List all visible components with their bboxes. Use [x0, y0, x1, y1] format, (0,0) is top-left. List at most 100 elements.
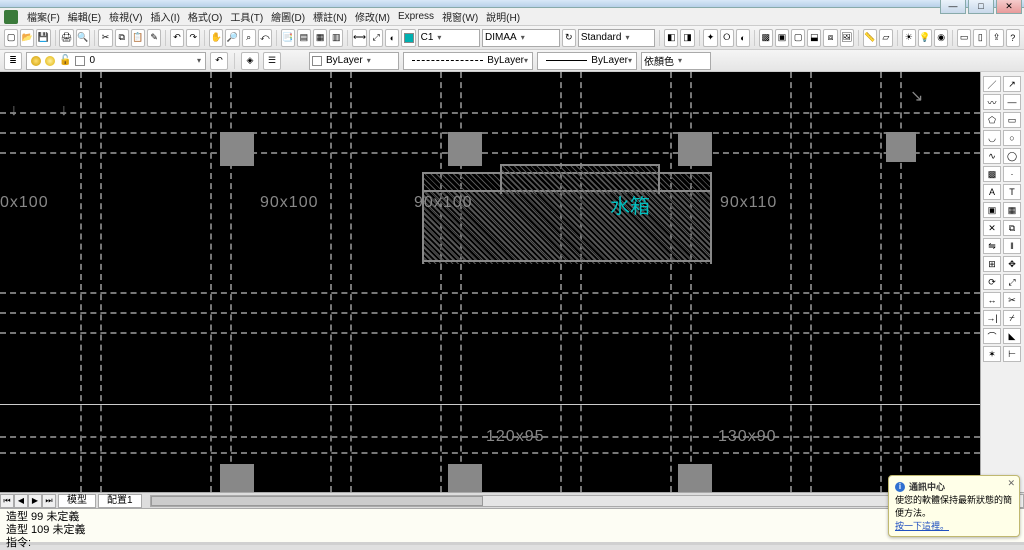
minimize-button[interactable]: — — [940, 0, 966, 14]
menu-window[interactable]: 視窗(W) — [439, 7, 481, 26]
stretch-tool[interactable]: ↔ — [983, 292, 1001, 308]
mtext-tool[interactable]: T — [1003, 184, 1021, 200]
insert-button[interactable]: ⬓ — [807, 29, 821, 47]
table-tool[interactable]: ▦ — [1003, 202, 1021, 218]
undo-button[interactable]: ↶ — [170, 29, 184, 47]
layer-combo[interactable]: 🔓 0 — [26, 52, 206, 70]
copy-button[interactable]: ⧉ — [115, 29, 129, 47]
color-control[interactable]: ByLayer — [309, 52, 399, 70]
isoview2-button[interactable]: ◨ — [680, 29, 694, 47]
menu-help[interactable]: 說明(H) — [483, 7, 523, 26]
move-tool[interactable]: ✥ — [1003, 256, 1021, 272]
tip-close-button[interactable]: ✕ — [1007, 478, 1015, 489]
material-button[interactable]: ◉ — [934, 29, 948, 47]
print-button[interactable]: 🖨 — [59, 29, 73, 47]
make-current-button[interactable]: ◈ — [241, 52, 259, 70]
layer-states-button[interactable]: ☰ — [263, 52, 281, 70]
tab-layout1[interactable]: 配置1 — [98, 494, 142, 508]
menu-view[interactable]: 檢視(V) — [106, 7, 145, 26]
command-window[interactable]: 造型 99 未定義 造型 109 未定義 指令: — [0, 508, 1024, 542]
dim-update-button[interactable]: ↻ — [562, 29, 576, 47]
preview-button[interactable]: 🔍 — [76, 29, 90, 47]
plotstyle-control[interactable]: 依顏色 — [641, 52, 711, 70]
trim-tool[interactable]: ✂ — [1003, 292, 1021, 308]
menu-express[interactable]: Express — [395, 9, 437, 24]
isoview-button[interactable]: ◧ — [664, 29, 678, 47]
extend-tool[interactable]: →| — [983, 310, 1001, 326]
block-button[interactable]: ▢ — [791, 29, 805, 47]
join-tool[interactable]: ⊢ — [1003, 346, 1021, 362]
break-tool[interactable]: ⌿ — [1003, 310, 1021, 326]
properties-button[interactable]: 📑 — [281, 29, 295, 47]
hatch-button[interactable]: ▩ — [759, 29, 773, 47]
sheet-set-button[interactable]: ▥ — [329, 29, 343, 47]
save-button[interactable]: 💾 — [36, 29, 50, 47]
lineweight-control[interactable]: ByLayer — [537, 52, 637, 70]
layer-combo-c1[interactable]: C1 — [418, 29, 480, 47]
hscrollbar[interactable] — [150, 495, 982, 507]
menu-insert[interactable]: 插入(I) — [147, 7, 182, 26]
visual-style-button[interactable]: ◐ — [736, 29, 750, 47]
tab-first[interactable]: ⏮ — [0, 494, 14, 508]
line-tool[interactable]: ／ — [983, 76, 1001, 92]
hscroll-thumb[interactable] — [151, 496, 483, 506]
pan-button[interactable]: ✋ — [209, 29, 223, 47]
image-button[interactable]: 🖼 — [840, 29, 854, 47]
mirror-tool[interactable]: ⇋ — [983, 238, 1001, 254]
zoom-button[interactable]: 🔎 — [225, 29, 239, 47]
maximize-button[interactable]: □ — [968, 0, 994, 14]
array-tool[interactable]: ⊞ — [983, 256, 1001, 272]
menu-dimension[interactable]: 標註(N) — [310, 7, 350, 26]
new-button[interactable]: ▢ — [4, 29, 18, 47]
light-button[interactable]: 💡 — [918, 29, 932, 47]
layer-prev-button[interactable]: ↶ — [210, 52, 228, 70]
circle-tool[interactable]: ○ — [1003, 130, 1021, 146]
help-button[interactable]: ? — [1006, 29, 1020, 47]
area-button[interactable]: ▱ — [879, 29, 893, 47]
match-button[interactable]: ✎ — [147, 29, 161, 47]
fillet-tool[interactable]: ⌒ — [983, 328, 1001, 344]
dim-linear-button[interactable]: ⟷ — [352, 29, 367, 47]
point-tool[interactable]: · — [1003, 166, 1021, 182]
arc-tool[interactable]: ◡ — [983, 130, 1001, 146]
chamfer-tool[interactable]: ◣ — [1003, 328, 1021, 344]
offset-tool[interactable]: ‖ — [1003, 238, 1021, 254]
paste-button[interactable]: 📋 — [131, 29, 145, 47]
viewport-button[interactable]: ▯ — [973, 29, 987, 47]
tab-model[interactable]: 模型 — [58, 494, 96, 508]
polygon-tool[interactable]: ⬠ — [983, 112, 1001, 128]
layer-manager-button[interactable]: ≣ — [4, 52, 22, 70]
ray-tool[interactable]: ↗ — [1003, 76, 1021, 92]
open-button[interactable]: 📂 — [20, 29, 34, 47]
tab-next[interactable]: ▶ — [28, 494, 42, 508]
render-button[interactable]: ☀ — [902, 29, 916, 47]
rect-tool[interactable]: ▭ — [1003, 112, 1021, 128]
command-prompt[interactable]: 指令: — [6, 537, 1018, 550]
ucs-button[interactable]: ✦ — [703, 29, 717, 47]
block-tool[interactable]: ▣ — [983, 202, 1001, 218]
pline-tool[interactable]: 〰 — [983, 94, 1001, 110]
redo-button[interactable]: ↷ — [186, 29, 200, 47]
cut-button[interactable]: ✂ — [98, 29, 112, 47]
dim-radius-button[interactable]: ◐ — [385, 29, 399, 47]
menu-tools[interactable]: 工具(T) — [227, 7, 266, 26]
close-button[interactable]: ✕ — [996, 0, 1022, 14]
xline-tool[interactable]: — — [1003, 94, 1021, 110]
design-center-button[interactable]: ▤ — [297, 29, 311, 47]
menu-draw[interactable]: 繪圖(D) — [268, 7, 308, 26]
linetype-control[interactable]: ByLayer — [403, 52, 533, 70]
layout-button[interactable]: ▭ — [957, 29, 971, 47]
spline-tool[interactable]: ∿ — [983, 148, 1001, 164]
tool-palette-button[interactable]: ▦ — [313, 29, 327, 47]
tab-last[interactable]: ⏭ — [42, 494, 56, 508]
region-button[interactable]: ▣ — [775, 29, 789, 47]
menu-modify[interactable]: 修改(M) — [352, 7, 393, 26]
zoom-prev-button[interactable]: ⤺ — [258, 29, 272, 47]
tab-prev[interactable]: ◀ — [14, 494, 28, 508]
explode-tool[interactable]: ✶ — [983, 346, 1001, 362]
hatch-tool[interactable]: ▩ — [983, 166, 1001, 182]
dim-aligned-button[interactable]: ⤢ — [369, 29, 383, 47]
scale-tool[interactable]: ⤢ — [1003, 274, 1021, 290]
copy-tool[interactable]: ⧉ — [1003, 220, 1021, 236]
drawing-canvas[interactable]: 0x100 90x100 90x100 90x110 120x95 130x90… — [0, 72, 980, 492]
